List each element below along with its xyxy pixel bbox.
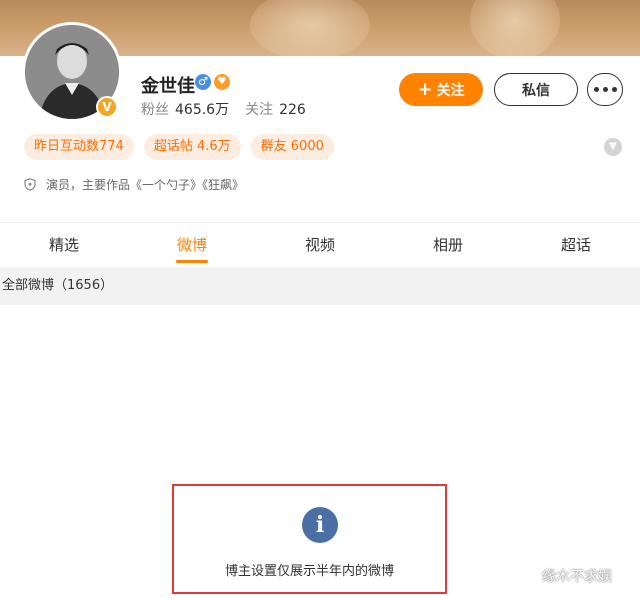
tag-super-topic[interactable]: 超话帖 4.6万 — [143, 134, 241, 160]
fans-label: 粉丝 — [141, 102, 169, 118]
message-button-label: 私信 — [522, 82, 550, 99]
notice-text: 博主设置仅展示半年内的微博 — [224, 564, 394, 579]
tab-weibo[interactable]: 微博 — [128, 223, 256, 267]
profile-name: 金世佳 — [141, 76, 195, 97]
more-dot-icon — [593, 87, 599, 92]
profile-tabs: 精选 微博 视频 相册 超话 — [0, 223, 640, 267]
verified-v-icon: V — [96, 96, 118, 118]
follow-button-label: 关注 — [436, 82, 465, 99]
expand-chevron-icon[interactable]: ▼ — [604, 138, 622, 156]
male-icon: ♂ — [195, 74, 211, 90]
tag-interactions[interactable]: 昨日互动数774 — [24, 134, 134, 160]
notice-box: i 博主设置仅展示半年内的微博 — [172, 484, 447, 594]
all-posts-header[interactable]: 全部微博（1656） — [0, 267, 640, 305]
bio-text: 演员，主要作品《一个勺子》《狂飙》 — [46, 178, 245, 192]
tab-albums[interactable]: 相册 — [384, 223, 512, 267]
tag-group-members[interactable]: 群友 6000 — [250, 134, 334, 160]
shield-icon — [24, 178, 36, 191]
plus-icon: + — [417, 79, 433, 100]
follow-count-label: 关注 — [245, 102, 274, 118]
fans-value[interactable]: 465.6万 — [175, 102, 229, 118]
watermark: 缘木不求娱 — [542, 569, 612, 585]
info-icon: i — [302, 507, 338, 543]
profile-tags: 昨日互动数774 超话帖 4.6万 群友 6000 — [24, 134, 344, 160]
heart-badge-icon: ♥ — [214, 74, 230, 90]
tab-super-topic[interactable]: 超话 — [512, 223, 640, 267]
profile-bio: 演员，主要作品《一个勺子》《狂飙》 — [24, 176, 244, 193]
more-dot-icon — [611, 87, 617, 92]
follow-button[interactable]: + 关注 — [399, 73, 483, 106]
tab-videos[interactable]: 视频 — [256, 223, 384, 267]
more-dot-icon — [602, 87, 608, 92]
avatar[interactable]: V — [22, 22, 122, 122]
tab-featured[interactable]: 精选 — [0, 223, 128, 267]
message-button[interactable]: 私信 — [494, 73, 578, 106]
follow-count-value[interactable]: 226 — [279, 102, 306, 118]
more-options-button[interactable] — [587, 73, 623, 106]
profile-stats: 粉丝 465.6万 关注 226 — [141, 99, 322, 119]
